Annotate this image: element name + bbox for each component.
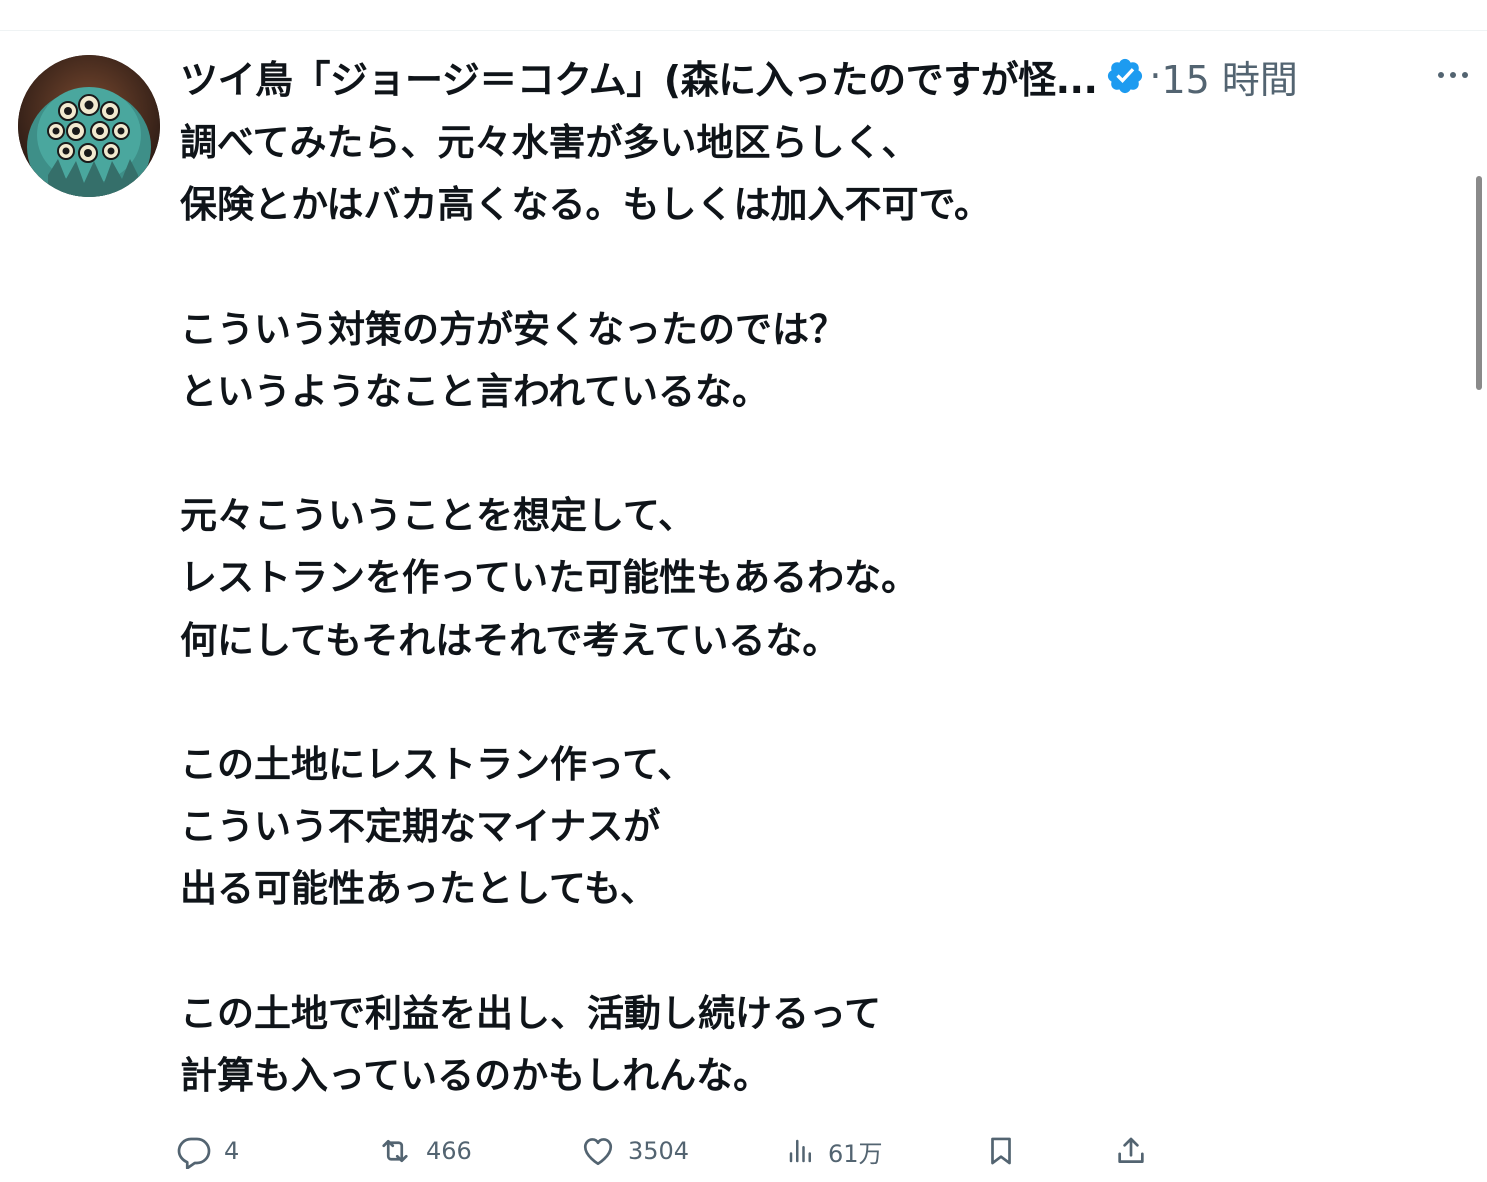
reply-count: 4 <box>224 1137 240 1165</box>
tweet-line: というようなこと言われているな。 <box>180 369 770 413</box>
views-chart-icon <box>789 1139 811 1163</box>
tweet-line <box>180 672 1440 734</box>
reply-button[interactable]: 4 <box>176 1128 239 1174</box>
tweet-header: ツイ鳥「ジョージ＝コクム」(森に入ったのですが怪... · 15 時間 <box>180 48 1298 104</box>
tweet-line: 保険とかはバカ高くなる。もしくは加入不可で。 <box>180 183 992 227</box>
more-options-button[interactable] <box>1436 60 1470 90</box>
tweet-timestamp[interactable]: 15 時間 <box>1161 49 1297 104</box>
tweet-line <box>180 920 1440 982</box>
separator-dot: · <box>1149 54 1162 98</box>
tweet-text: 調べてみたら、元々水害が多い地区らしく、 保険とかはバカ高くなる。もしくは加入不… <box>180 112 1440 1107</box>
tweet-line: こういう対策の方が安くなったのでは？ <box>180 307 846 351</box>
author-name[interactable]: ツイ鳥「ジョージ＝コクム」(森に入ったのですが怪... <box>180 49 1097 104</box>
tweet-line: 出る可能性あったとしても、 <box>180 867 657 911</box>
retweet-count: 466 <box>426 1137 472 1165</box>
tweet-action-bar: 4 466 3504 61万 <box>176 1128 1156 1174</box>
tweet-line: この土地で利益を出し、活動し続けるって <box>180 991 882 1035</box>
tweet-line: 元々こういうことを想定して、 <box>180 494 696 538</box>
tweet-line: こういう不定期なマイナスが <box>180 805 661 849</box>
bookmark-button[interactable] <box>984 1128 1018 1174</box>
like-count: 3504 <box>628 1137 690 1165</box>
bookmark-icon <box>991 1137 1011 1165</box>
scrollbar-thumb[interactable] <box>1476 176 1482 390</box>
verified-badge-icon[interactable] <box>1105 56 1145 96</box>
avatar-creature-image <box>18 55 160 197</box>
tweet-line: この土地にレストラン作って、 <box>180 742 695 786</box>
share-icon <box>1118 1137 1144 1163</box>
more-options-icon <box>1438 72 1468 78</box>
tweet-line: 計算も入っているのかもしれんな。 <box>180 1053 771 1097</box>
tweet-line: 何にしてもそれはそれで考えているな。 <box>180 618 840 662</box>
heart-icon <box>583 1138 613 1166</box>
retweet-icon <box>382 1139 408 1163</box>
tweet-line: 調べてみたら、元々水害が多い地区らしく、 <box>180 121 919 164</box>
views-count: 61万 <box>828 1139 883 1168</box>
avatar[interactable] <box>18 55 160 197</box>
tweet-line <box>180 236 1440 298</box>
like-button[interactable]: 3504 <box>580 1128 689 1174</box>
views-button[interactable]: 61万 <box>786 1128 883 1174</box>
share-button[interactable] <box>1114 1128 1148 1174</box>
retweet-button[interactable]: 466 <box>376 1128 472 1174</box>
top-divider <box>0 30 1487 31</box>
tweet-line <box>180 423 1440 485</box>
tweet-line: レストランを作っていた可能性もあるわな。 <box>180 556 919 600</box>
reply-icon <box>177 1137 211 1169</box>
